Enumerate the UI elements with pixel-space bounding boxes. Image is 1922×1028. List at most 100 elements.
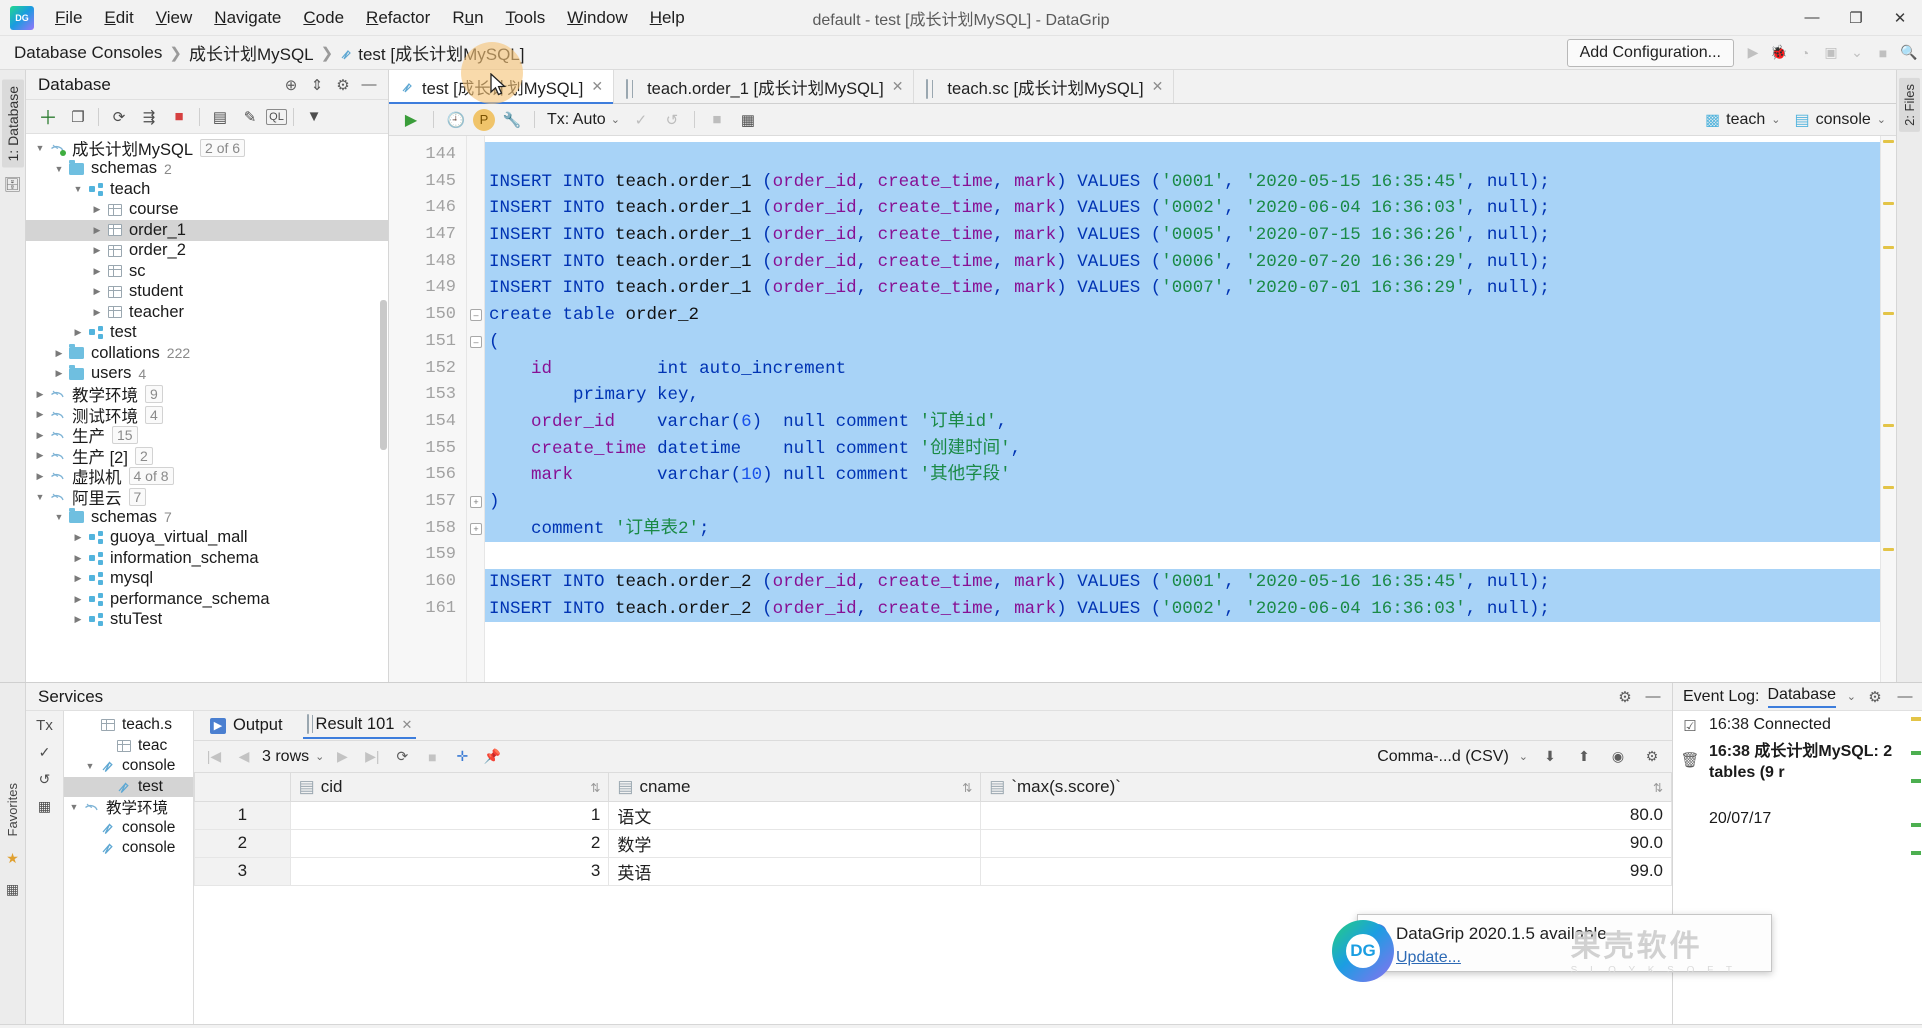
tree-node-order_1[interactable]: ▶ order_1 <box>26 220 388 241</box>
add-configuration-button[interactable]: Add Configuration... <box>1566 38 1734 67</box>
code-editor[interactable]: 144 145 146 147 148 149 150 151 152 153 154 155 156 1… <box>389 136 1896 682</box>
copy-icon[interactable]: ❐ <box>64 104 92 130</box>
services-tree-node[interactable]: ▼ 教学环境 <box>64 797 193 818</box>
tree-node-order_2[interactable]: ▶ order_2 <box>26 241 388 262</box>
result-tab-1[interactable]: Result 101 ✕ <box>302 712 417 739</box>
stop-icon[interactable]: ■ <box>165 104 193 130</box>
hide-icon[interactable]: — <box>358 74 380 96</box>
chevron-down-icon[interactable]: ▼ <box>84 760 96 772</box>
code-line[interactable]: INSERT INTO teach.order_1 (order_id, cre… <box>485 275 1880 303</box>
tree-node-schemas[interactable]: ▼ schemas 7 <box>26 507 388 528</box>
tree-node-mysql[interactable]: ▶ mysql <box>26 569 388 590</box>
close-icon[interactable]: ✕ <box>892 78 904 95</box>
chevron-down-icon[interactable]: ⌄ <box>1844 40 1870 66</box>
code-folding-gutter[interactable]: – – + + <box>467 136 485 682</box>
chevron-right-icon[interactable]: ▶ <box>72 327 84 339</box>
editor-tab-0[interactable]: test [成长计划MySQL] ✕ <box>389 70 615 104</box>
session-selector[interactable]: ▤ console ⌄ <box>1795 110 1887 130</box>
chevron-right-icon[interactable]: ▶ <box>72 593 84 605</box>
chevron-down-icon[interactable]: ▼ <box>53 163 65 175</box>
coverage-icon[interactable]: ▣ <box>1818 40 1844 66</box>
chevron-right-icon[interactable]: ▶ <box>72 532 84 544</box>
code-line[interactable]: primary key, <box>485 382 1880 409</box>
code-line[interactable]: id int auto_increment <box>485 355 1880 383</box>
code-line[interactable] <box>485 142 1880 169</box>
chevron-right-icon[interactable]: ▶ <box>91 245 103 257</box>
cell-max-score[interactable]: 90.0 <box>980 828 1672 858</box>
services-tree-node[interactable]: ▶console <box>64 818 193 839</box>
menu-help[interactable]: Help <box>639 4 696 32</box>
minimize-button[interactable]: — <box>1790 0 1834 36</box>
search-icon[interactable]: 🔍 <box>1896 40 1922 66</box>
fold-expand-icon[interactable]: + <box>470 522 482 535</box>
chevron-right-icon[interactable]: ▶ <box>91 265 103 277</box>
cell-cname[interactable]: 语文 <box>608 800 982 830</box>
error-stripe-gutter[interactable] <box>1880 136 1896 682</box>
filter-icon[interactable]: ▼ <box>300 104 328 130</box>
sync-icon[interactable]: ⇶ <box>135 104 163 130</box>
favorites-icon[interactable]: Favorites <box>5 783 20 836</box>
tree-node-guoya_virtual_mall[interactable]: ▶ guoya_virtual_mall <box>26 528 388 549</box>
chevron-right-icon[interactable]: ▶ <box>34 409 46 421</box>
refresh-icon[interactable]: ⟳ <box>105 104 133 130</box>
menu-navigate[interactable]: Navigate <box>203 4 292 32</box>
export-format-selector[interactable]: Comma-...d (CSV) <box>1377 748 1509 766</box>
table-row[interactable]: 1 1 语文 80.0 <box>194 800 1672 830</box>
chevron-down-icon[interactable]: ⌄ <box>1847 690 1856 703</box>
editor-tab-1[interactable]: teach.order_1 [成长计划MySQL] ✕ <box>614 70 915 103</box>
tree-node-schemas[interactable]: ▼ schemas 2 <box>26 159 388 180</box>
query-console-icon[interactable]: QL <box>266 108 287 125</box>
cell-cname[interactable]: 数学 <box>608 828 982 858</box>
code-line[interactable]: create table order_2 <box>485 302 1880 329</box>
cell-cid[interactable]: 2 <box>289 828 610 858</box>
services-tree-node[interactable]: ▼ console <box>64 756 193 777</box>
tree-node-虚拟机[interactable]: ▶ 虚拟机 4 of 8 <box>26 466 388 487</box>
chevron-right-icon[interactable]: ▶ <box>53 347 65 359</box>
gear-icon[interactable]: ⚙ <box>1614 686 1636 708</box>
services-tree-node[interactable]: ▶teach.s <box>64 715 193 736</box>
transaction-mode-selector[interactable]: Tx: Auto ⌄ <box>547 111 620 129</box>
database-tree[interactable]: ▼ 成长计划MySQL 2 of 6 ▼ schemas 2 ▼ teach ▶ course ▶ o… <box>26 134 388 682</box>
cell-cid[interactable]: 3 <box>289 856 610 886</box>
menu-file[interactable]: File <box>44 4 93 32</box>
code-line[interactable]: INSERT INTO teach.order_1 (order_id, cre… <box>485 248 1880 276</box>
tree-node-阿里云[interactable]: ▼ 阿里云 7 <box>26 487 388 508</box>
result-grid[interactable]: ▤ cid ⇅ ▤ cname ⇅ ▤ `max(s.score)` ⇅ 1 1 语文 80.0 2 2 数… <box>194 773 1672 1024</box>
close-icon[interactable]: ✕ <box>591 78 603 95</box>
sort-icon[interactable]: ⇅ <box>590 781 600 795</box>
column-header-1[interactable]: ▤ cname ⇅ <box>608 773 982 802</box>
code-line[interactable]: INSERT INTO teach.order_1 (order_id, cre… <box>485 222 1880 249</box>
code-line[interactable]: INSERT INTO teach.order_2 (order_id, cre… <box>485 595 1880 623</box>
rollback-icon[interactable]: ↺ <box>658 107 686 133</box>
tree-node-测试环境[interactable]: ▶ 测试环境 4 <box>26 405 388 426</box>
database-icon[interactable]: 🗄 <box>4 176 22 193</box>
tree-node-教学环境[interactable]: ▶ 教学环境 9 <box>26 384 388 405</box>
code-text[interactable]: INSERT INTO teach.order_1 (order_id, cre… <box>485 136 1880 682</box>
stop-icon[interactable]: ■ <box>1870 40 1896 66</box>
code-line[interactable]: order_id varchar(6) null comment '订单id', <box>485 408 1880 436</box>
hide-icon[interactable]: — <box>1894 686 1916 708</box>
tree-node-course[interactable]: ▶ course <box>26 200 388 221</box>
sidebar-tab-files[interactable]: 2: Files <box>1899 78 1920 132</box>
code-line[interactable]: comment '订单表2'; <box>485 515 1880 543</box>
upload-icon[interactable]: ⬆ <box>1572 745 1596 769</box>
breadcrumb-item-2[interactable]: test [成长计划MySQL] <box>358 40 524 65</box>
locate-icon[interactable]: ⊕ <box>280 74 302 96</box>
tree-node-sc[interactable]: ▶ sc <box>26 261 388 282</box>
chevron-right-icon[interactable]: ▶ <box>72 573 84 585</box>
execute-icon[interactable]: ▶ <box>397 107 425 133</box>
menu-tools[interactable]: Tools <box>495 4 557 32</box>
event-log-selected-source[interactable]: Database <box>1767 686 1836 708</box>
tree-node-performance_schema[interactable]: ▶ performance_schema <box>26 589 388 610</box>
gear-icon[interactable]: ⚙ <box>1864 686 1886 708</box>
hide-icon[interactable]: — <box>1642 686 1664 708</box>
grid-view-icon[interactable]: ▦ <box>6 881 19 898</box>
view-icon[interactable]: ◉ <box>1606 745 1630 769</box>
pin-icon[interactable]: 📌 <box>480 745 504 769</box>
last-page-button[interactable]: ▶| <box>360 745 384 769</box>
grid-icon[interactable]: ▦ <box>734 107 762 133</box>
tree-node-生产[interactable]: ▶ 生产 15 <box>26 425 388 446</box>
chevron-down-icon[interactable]: ▼ <box>68 801 80 813</box>
schema-selector[interactable]: ▩ teach ⌄ <box>1705 110 1780 130</box>
menu-code[interactable]: Code <box>292 4 355 32</box>
